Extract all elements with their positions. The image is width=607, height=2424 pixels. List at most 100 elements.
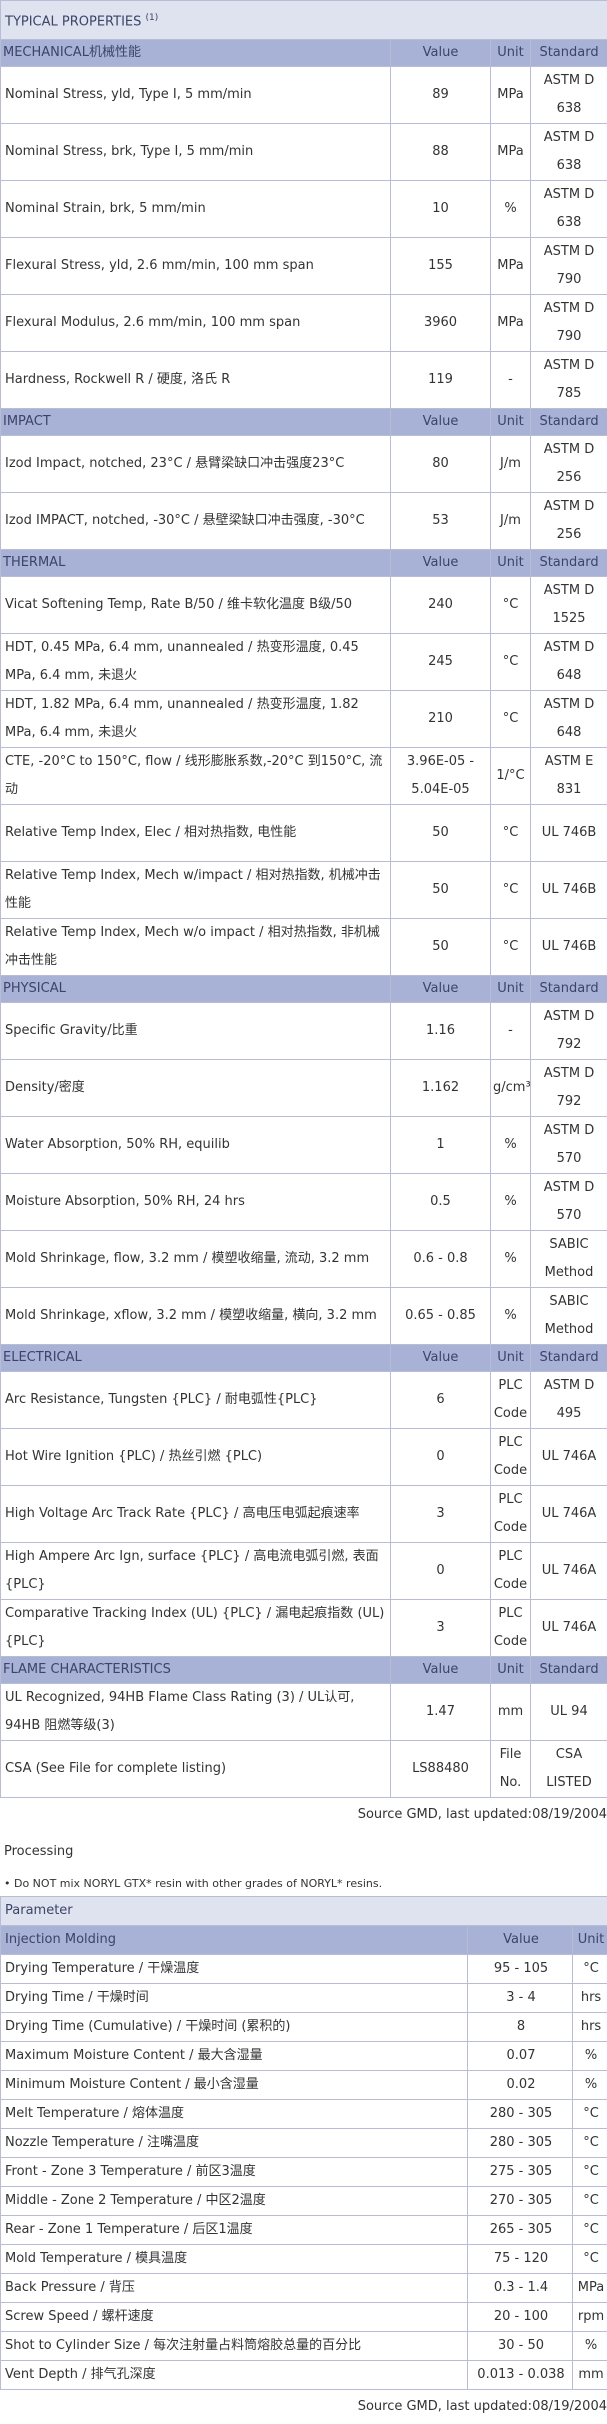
property-row: Hardness, Rockwell R / 硬度, 洛氏 R119-ASTM … xyxy=(1,352,607,409)
property-standard: UL 746B xyxy=(531,805,607,862)
processing-parameter: Nozzle Temperature / 注嘴温度 xyxy=(1,2129,468,2158)
property-unit: PLC Code xyxy=(491,1486,531,1543)
processing-value: 0.3 - 1.4 xyxy=(468,2274,573,2303)
property-value: 0.6 - 0.8 xyxy=(391,1231,491,1288)
processing-parameter: Drying Time / 干燥时间 xyxy=(1,1984,468,2013)
processing-parameter: Screw Speed / 螺杆速度 xyxy=(1,2303,468,2332)
property-unit: °C xyxy=(491,805,531,862)
property-unit: % xyxy=(491,1288,531,1345)
processing-value: 0.02 xyxy=(468,2071,573,2100)
section-name: PHYSICAL xyxy=(1,976,391,1003)
property-row: High Voltage Arc Track Rate {PLC} / 高电压电… xyxy=(1,1486,607,1543)
processing-unit: % xyxy=(573,2332,607,2361)
property-name: Specific Gravity/比重 xyxy=(1,1003,391,1060)
property-name: CTE, -20°C to 150°C, flow / 线形膨胀系数,-20°C… xyxy=(1,748,391,805)
processing-value-header: Value xyxy=(468,1926,573,1955)
property-value: 3 xyxy=(391,1486,491,1543)
property-row: Nominal Stress, yld, Type I, 5 mm/min89M… xyxy=(1,67,607,124)
property-row: UL Recognized, 94HB Flame Class Rating (… xyxy=(1,1684,607,1741)
processing-value: 30 - 50 xyxy=(468,2332,573,2361)
property-row: CSA (See File for complete listing)LS884… xyxy=(1,1741,607,1798)
property-unit: MPa xyxy=(491,124,531,181)
value-header: Value xyxy=(391,550,491,577)
property-name: Mold Shrinkage, xflow, 3.2 mm / 模塑收缩量, 横… xyxy=(1,1288,391,1345)
processing-unit: °C xyxy=(573,2158,607,2187)
property-name: Arc Resistance, Tungsten {PLC} / 耐电弧性{PL… xyxy=(1,1372,391,1429)
processing-row: Melt Temperature / 熔体温度280 - 305°C xyxy=(1,2100,607,2129)
processing-row: Front - Zone 3 Temperature / 前区3温度275 - … xyxy=(1,2158,607,2187)
property-standard: ASTM D 648 xyxy=(531,634,607,691)
processing-value: 3 - 4 xyxy=(468,1984,573,2013)
processing-unit: hrs xyxy=(573,2013,607,2042)
processing-value: 0.07 xyxy=(468,2042,573,2071)
processing-row: Shot to Cylinder Size / 每次注射量占料筒熔胶总量的百分比… xyxy=(1,2332,607,2361)
property-name: Relative Temp Index, Elec / 相对热指数, 电性能 xyxy=(1,805,391,862)
property-unit: % xyxy=(491,181,531,238)
property-value: 1.162 xyxy=(391,1060,491,1117)
property-row: Relative Temp Index, Mech w/o impact / 相… xyxy=(1,919,607,976)
processing-row: Drying Temperature / 干燥温度95 - 105°C xyxy=(1,1955,607,1984)
processing-parameter: Drying Temperature / 干燥温度 xyxy=(1,1955,468,1984)
processing-parameter: Maximum Moisture Content / 最大含湿量 xyxy=(1,2042,468,2071)
property-name: Relative Temp Index, Mech w/impact / 相对热… xyxy=(1,862,391,919)
property-name: Density/密度 xyxy=(1,1060,391,1117)
property-row: CTE, -20°C to 150°C, flow / 线形膨胀系数,-20°C… xyxy=(1,748,607,805)
section-header-row: THERMALValueUnitStandard xyxy=(1,550,607,577)
property-value: 53 xyxy=(391,493,491,550)
processing-unit-header: Unit xyxy=(573,1926,607,1955)
processing-value: 0.013 - 0.038 xyxy=(468,2361,573,2390)
property-row: HDT, 1.82 MPa, 6.4 mm, unannealed / 热变形温… xyxy=(1,691,607,748)
property-standard: ASTM D 638 xyxy=(531,124,607,181)
property-name: Comparative Tracking Index (UL) {PLC} / … xyxy=(1,1600,391,1657)
property-standard: ASTM D 638 xyxy=(531,181,607,238)
property-row: Relative Temp Index, Elec / 相对热指数, 电性能50… xyxy=(1,805,607,862)
processing-unit: rpm xyxy=(573,2303,607,2332)
processing-value: 75 - 120 xyxy=(468,2245,573,2274)
processing-parameter: Drying Time (Cumulative) / 干燥时间 (累积的) xyxy=(1,2013,468,2042)
property-row: Flexural Stress, yld, 2.6 mm/min, 100 mm… xyxy=(1,238,607,295)
processing-parameter-label: Parameter xyxy=(1,1897,607,1926)
standard-header: Standard xyxy=(531,40,607,67)
processing-value: 8 xyxy=(468,2013,573,2042)
property-row: Specific Gravity/比重1.16-ASTM D 792 xyxy=(1,1003,607,1060)
processing-note: • Do NOT mix NORYL GTX* resin with other… xyxy=(0,1872,607,1896)
property-standard: ASTM D 792 xyxy=(531,1003,607,1060)
section-header-row: MECHANICAL机械性能ValueUnitStandard xyxy=(1,40,607,67)
property-name: Mold Shrinkage, flow, 3.2 mm / 模塑收缩量, 流动… xyxy=(1,1231,391,1288)
processing-value: 280 - 305 xyxy=(468,2129,573,2158)
processing-row: Mold Temperature / 模具温度75 - 120°C xyxy=(1,2245,607,2274)
processing-unit: °C xyxy=(573,2245,607,2274)
property-row: Nominal Strain, brk, 5 mm/min10%ASTM D 6… xyxy=(1,181,607,238)
property-standard: UL 746A xyxy=(531,1486,607,1543)
section-name: THERMAL xyxy=(1,550,391,577)
property-standard: UL 94 xyxy=(531,1684,607,1741)
property-row: Mold Shrinkage, xflow, 3.2 mm / 模塑收缩量, 横… xyxy=(1,1288,607,1345)
section-header-row: FLAME CHARACTERISTICSValueUnitStandard xyxy=(1,1657,607,1684)
processing-unit: °C xyxy=(573,1955,607,1984)
property-value: 119 xyxy=(391,352,491,409)
property-unit: % xyxy=(491,1117,531,1174)
property-name: HDT, 0.45 MPa, 6.4 mm, unannealed / 热变形温… xyxy=(1,634,391,691)
standard-header: Standard xyxy=(531,409,607,436)
processing-parameter: Rear - Zone 1 Temperature / 后区1温度 xyxy=(1,2216,468,2245)
property-standard: ASTM D 792 xyxy=(531,1060,607,1117)
unit-header: Unit xyxy=(491,1345,531,1372)
processing-value: 275 - 305 xyxy=(468,2158,573,2187)
property-value: 245 xyxy=(391,634,491,691)
property-row: Comparative Tracking Index (UL) {PLC} / … xyxy=(1,1600,607,1657)
processing-parameter: Mold Temperature / 模具温度 xyxy=(1,2245,468,2274)
property-value: 6 xyxy=(391,1372,491,1429)
processing-value: 280 - 305 xyxy=(468,2100,573,2129)
property-unit: °C xyxy=(491,577,531,634)
processing-parameter: Melt Temperature / 熔体温度 xyxy=(1,2100,468,2129)
property-unit: PLC Code xyxy=(491,1600,531,1657)
property-unit: PLC Code xyxy=(491,1543,531,1600)
property-name: Relative Temp Index, Mech w/o impact / 相… xyxy=(1,919,391,976)
value-header: Value xyxy=(391,409,491,436)
processing-parameter: Front - Zone 3 Temperature / 前区3温度 xyxy=(1,2158,468,2187)
property-name: Hot Wire Ignition {PLC) / 热丝引燃 {PLC) xyxy=(1,1429,391,1486)
property-standard: ASTM D 790 xyxy=(531,295,607,352)
property-unit: PLC Code xyxy=(491,1372,531,1429)
processing-row: Back Pressure / 背压0.3 - 1.4MPa xyxy=(1,2274,607,2303)
property-name: Nominal Stress, yld, Type I, 5 mm/min xyxy=(1,67,391,124)
